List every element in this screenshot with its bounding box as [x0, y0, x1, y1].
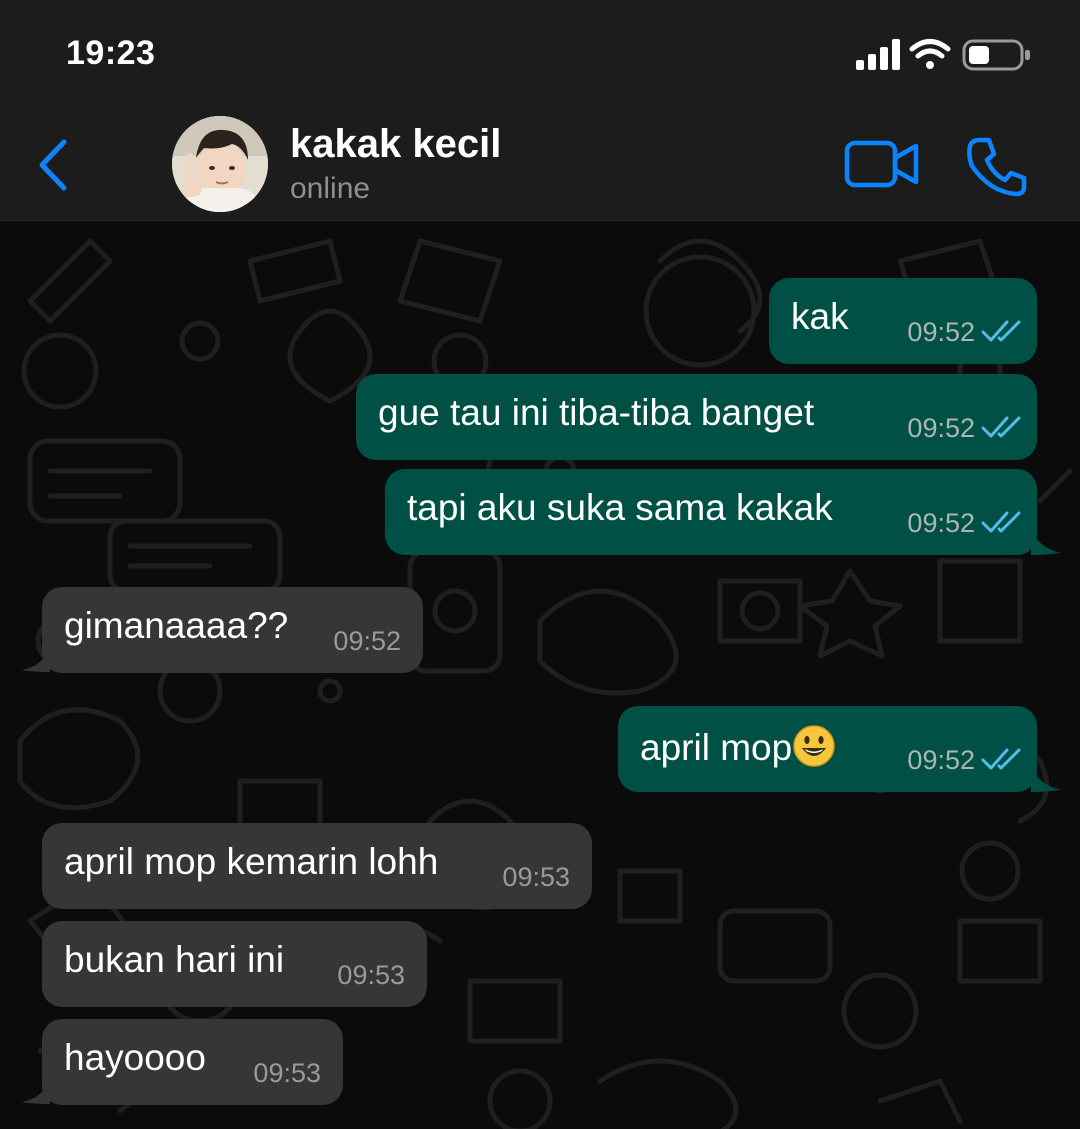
chat-screen: 19:23 kakak kecil online kak 09:52 gue t…: [0, 0, 1080, 1129]
contact-status: online: [290, 172, 371, 205]
battery-icon: [962, 39, 1030, 71]
signal-bars-icon: [856, 39, 900, 70]
outgoing-message-bubble[interactable]: april mop 09:52: [618, 706, 1061, 792]
message-time: 09:53: [502, 862, 570, 892]
contact-name[interactable]: kakak kecil: [290, 122, 501, 167]
message-text: gue tau ini tiba-tiba banget: [378, 392, 815, 433]
video-call-button[interactable]: [844, 138, 920, 190]
message-text: bukan hari ini: [64, 939, 285, 980]
voice-call-button[interactable]: [966, 136, 1028, 198]
read-receipt-icon: [981, 416, 1021, 438]
message-text: april mop: [640, 724, 836, 769]
outgoing-message-bubble[interactable]: tapi aku suka sama kakak 09:52: [385, 469, 1061, 555]
message-text: tapi aku suka sama kakak: [407, 487, 833, 528]
avatar[interactable]: [172, 116, 268, 212]
message-text: kak: [791, 296, 849, 337]
incoming-message-bubble[interactable]: april mop kemarin lohh 09:53: [42, 823, 592, 909]
chat-area[interactable]: kak 09:52 gue tau ini tiba-tiba banget 09:5…: [0, 221, 1080, 1129]
read-receipt-icon: [981, 511, 1021, 533]
status-time: 19:23: [66, 34, 156, 72]
wifi-icon: [909, 39, 951, 69]
incoming-message-bubble[interactable]: gimanaaaa?? 09:52: [21, 587, 423, 673]
incoming-message-bubble[interactable]: hayoooo 09:53: [21, 1019, 343, 1105]
video-camera-icon: [844, 140, 919, 188]
message-text: april mop kemarin lohh: [64, 841, 439, 882]
read-receipt-icon: [981, 320, 1021, 342]
avatar-photo: [172, 116, 268, 212]
message-time: 09:52: [333, 626, 401, 656]
message-time: 09:52: [907, 745, 975, 775]
chevron-left-icon: [39, 139, 67, 191]
message-time: 09:53: [253, 1058, 321, 1088]
message-time: 09:53: [337, 960, 405, 990]
message-text: gimanaaaa??: [64, 605, 289, 646]
phone-icon: [967, 137, 1027, 197]
grinning-face-emoji: [793, 725, 835, 767]
outgoing-message-bubble[interactable]: gue tau ini tiba-tiba banget 09:52: [356, 374, 1037, 460]
outgoing-message-bubble[interactable]: kak 09:52: [769, 278, 1037, 364]
bubble-tail: [21, 1075, 50, 1105]
back-button[interactable]: [32, 138, 76, 192]
message-time: 09:52: [907, 413, 975, 443]
bubble-tail: [21, 643, 50, 673]
message-time: 09:52: [907, 317, 975, 347]
status-icons: [856, 39, 1030, 71]
incoming-message-bubble[interactable]: bukan hari ini 09:53: [42, 921, 427, 1007]
chat-header: kakak kecil online: [0, 100, 1080, 221]
bubble-tail: [1031, 525, 1061, 555]
message-text: hayoooo: [64, 1037, 206, 1078]
read-receipt-icon: [981, 748, 1021, 770]
message-time: 09:52: [907, 508, 975, 538]
bubble-tail: [1031, 762, 1061, 792]
status-bar: 19:23: [0, 0, 1080, 100]
